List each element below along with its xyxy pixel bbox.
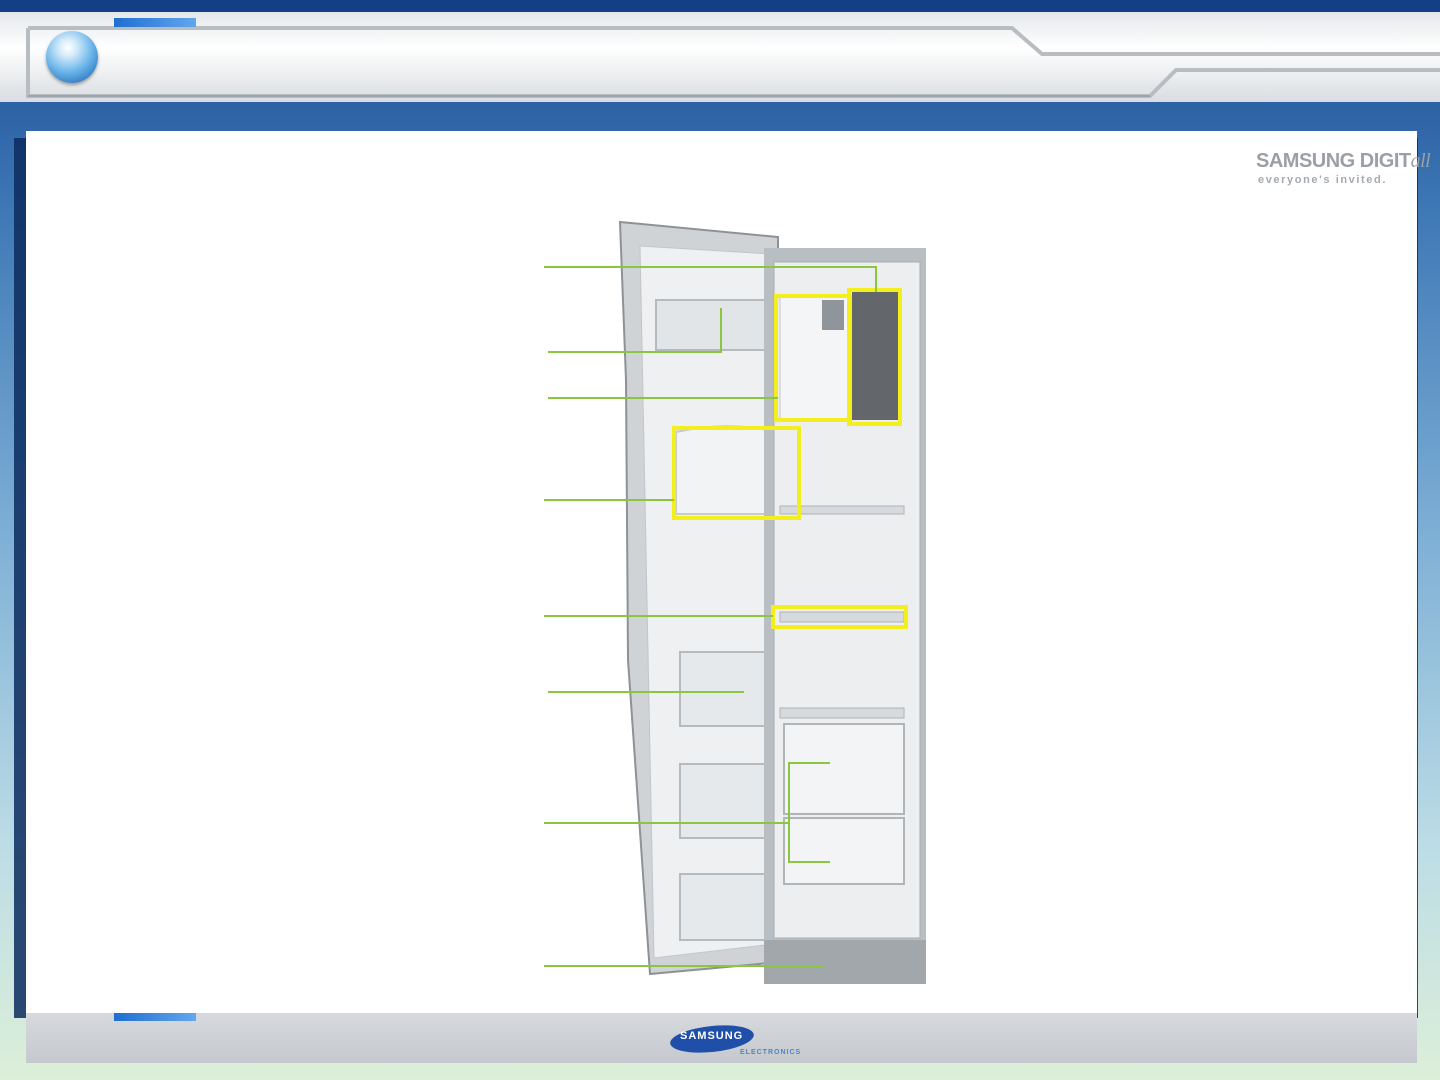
footer-logo-sub: ELECTRONICS [740,1049,802,1056]
crisper-drawer-1 [783,723,905,815]
crisper-drawer-2 [783,817,905,885]
door-bin-2 [679,763,777,839]
samsung-electronics-logo: SAMSUNG ELECTRONICS [668,1022,808,1062]
footer-accent-stripe [114,1013,196,1021]
door-bin-1 [679,651,777,727]
water-tank [852,292,898,420]
shelf-2 [779,611,905,623]
fridge-diagram [544,220,926,984]
shelf-3 [779,707,905,719]
footer-logo-text: SAMSUNG [680,1030,744,1042]
ice-maker-vent [822,300,844,330]
door-bin-top [655,299,769,351]
door-bin-3 [679,873,777,941]
cabinet-base [764,940,926,984]
